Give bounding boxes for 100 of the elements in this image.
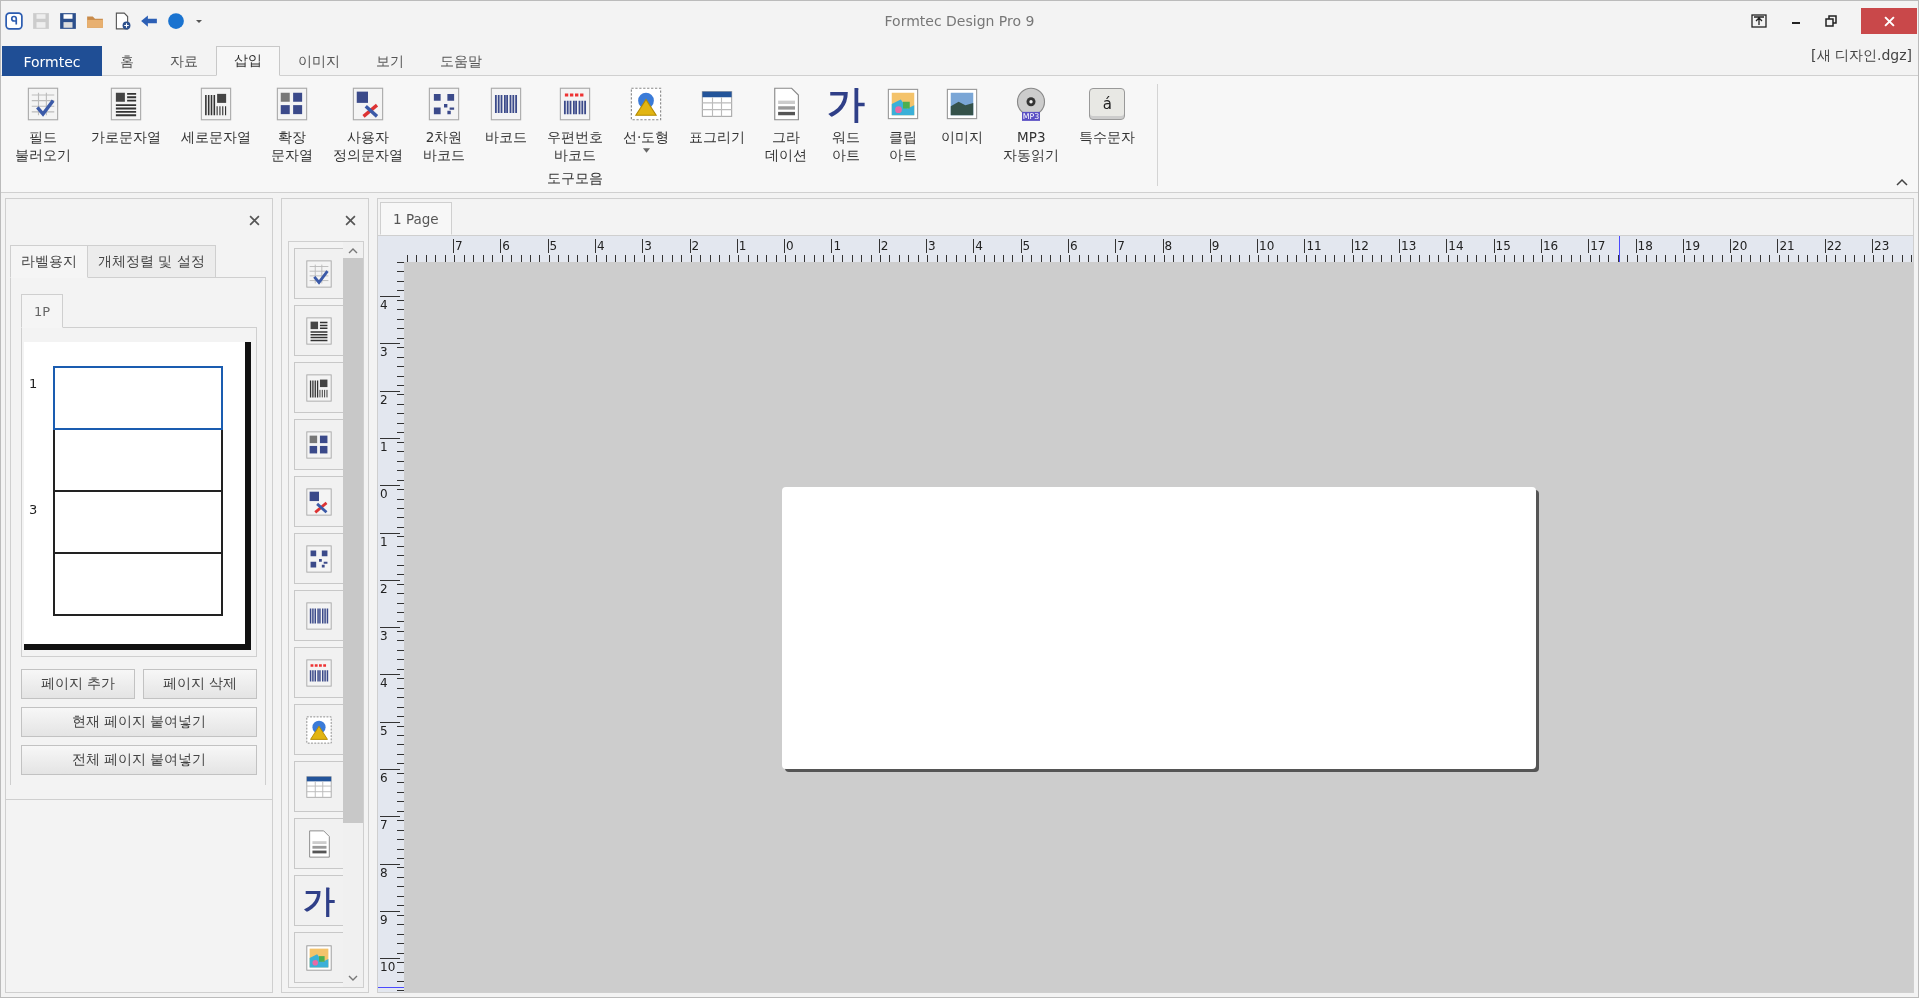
toolbox-button[interactable]: 가 [294,875,343,926]
new-document-icon[interactable] [113,12,131,30]
page-tab[interactable]: 1P [21,294,64,328]
ruler-number: 8 [1162,239,1173,253]
toolbox-button[interactable] [294,476,343,527]
page-tab[interactable]: 1 Page [380,202,452,235]
postal-barcode-icon [557,86,593,122]
close-button[interactable] [1861,8,1917,34]
vertical-text-icon [304,372,334,403]
circle-icon[interactable] [167,12,185,30]
ribbon-button[interactable]: á 특수문자 [1069,76,1146,146]
menu-tab[interactable]: 이미지 [280,46,358,76]
ruler-number: 5 [380,721,400,738]
menu-tab[interactable]: 홈 [102,46,152,76]
toolbox-button[interactable] [294,761,343,812]
ruler-number: 6 [500,239,510,253]
ribbon-button[interactable]: 이미지 [931,76,994,146]
panel-button[interactable]: 전체 페이지 붙여넣기 [21,745,257,775]
ruler-number: 11 [1304,239,1322,253]
ruler-number: 18 [1635,239,1653,253]
ribbon-button[interactable]: 선·도형 [613,76,680,153]
text-lines-icon [108,86,144,122]
close-icon[interactable] [345,214,356,226]
row-number: 1 [28,375,39,391]
ribbon-button[interactable]: 2차원 바코드 [413,76,475,164]
ruler-number: 8 [380,863,400,880]
wordart-icon: 가 [827,85,866,123]
ruler-number: 17 [1588,239,1606,253]
scroll-up-icon[interactable] [348,248,358,254]
label-cell[interactable] [53,366,223,430]
label-cell[interactable] [53,428,223,492]
ruler-number: 16 [1540,239,1559,253]
toolbox-button[interactable] [294,362,343,413]
close-icon[interactable] [249,214,260,226]
ribbon-button[interactable]: 그라 데이션 [755,76,818,164]
panel-button[interactable]: 현재 페이지 붙여넣기 [21,707,257,737]
ribbon-button[interactable]: 클립 아트 [875,76,932,164]
ruler-number: 4 [380,674,400,691]
panel-button[interactable]: 페이지 삭제 [143,669,257,699]
label-cell[interactable] [53,552,223,616]
shape-icon [304,714,334,745]
ribbon-button[interactable]: 필드 불러오기 [5,76,81,164]
ruler-number: 0 [380,485,400,502]
ruler-number: 4 [380,296,400,312]
window-title: Formtec Design Pro 9 [884,13,1035,29]
ruler-number: 7 [380,816,400,833]
file-tab[interactable]: Formtec [2,46,102,76]
ruler-number: 0 [784,239,794,253]
scroll-down-icon[interactable] [348,975,358,981]
ruler-number: 5 [1020,239,1031,253]
ruler-number: 6 [380,769,400,785]
ribbon-button[interactable]: 확장 문자열 [261,76,323,164]
menu-tab[interactable]: 보기 [358,46,422,76]
panel-button[interactable]: 페이지 추가 [21,669,135,699]
ruler-number: 6 [1067,239,1078,253]
barcode-icon [488,86,524,122]
ruler-number: 3 [642,239,652,253]
toolbox-button[interactable] [294,419,343,470]
restore-icon[interactable] [1825,15,1837,27]
document-name: [새 디자인.dgz] [1811,47,1913,65]
ribbon-button[interactable]: 사용자 정의문자열 [323,76,413,164]
row-number: 3 [28,501,39,517]
menu-tab[interactable]: 삽입 [216,46,280,76]
ruler-number: 3 [926,239,936,253]
ribbon-button[interactable]: 세로문자열 [171,76,261,146]
label-cell[interactable] [53,490,223,554]
toolbox-button[interactable] [294,647,343,698]
ruler-number: 22 [1824,239,1842,253]
ribbon-button[interactable]: 가로문자열 [81,76,171,146]
wordart-icon: 가 [303,884,335,917]
ribbon-button[interactable]: 표그리기 [679,76,756,146]
menu-tab[interactable]: 자료 [152,46,216,76]
ruler-number: 9 [380,910,400,927]
ribbon-button[interactable]: 가 워드 아트 [817,76,876,164]
text-grid-icon [274,86,310,122]
ruler-number: 1 [736,239,747,253]
ruler-number: 21 [1777,239,1795,253]
app-logo-icon[interactable] [5,12,23,30]
ruler-number: 15 [1493,239,1511,253]
toolbox-button[interactable] [294,533,343,584]
text-tool-icon [350,86,386,122]
group-label: 도구모음 [546,170,605,188]
toolbox-button[interactable] [294,305,343,356]
panel-tab[interactable]: 라벨용지 [10,245,88,278]
ribbon-button[interactable]: 우편번호 바코드 [537,76,613,164]
panel-tab[interactable]: 개체정렬 및 설정 [87,245,216,278]
text-lines-icon [304,315,334,346]
postal-barcode-icon [304,657,334,688]
menu-tab[interactable]: 도움말 [422,46,500,76]
ribbon-button[interactable]: 바코드 [475,76,537,146]
ruler-number: 13 [1399,239,1417,253]
qr-code-icon [426,86,462,122]
collapse-ribbon-icon[interactable] [1896,178,1908,186]
ruler-number: 4 [973,239,983,253]
text-grid-icon [304,429,334,460]
ruler-number: 4 [594,239,605,253]
save-icon[interactable] [59,12,77,30]
toolbox-button[interactable] [294,590,343,641]
pin-ribbon-icon[interactable] [1751,14,1767,28]
ruler-number: 3 [380,343,400,360]
